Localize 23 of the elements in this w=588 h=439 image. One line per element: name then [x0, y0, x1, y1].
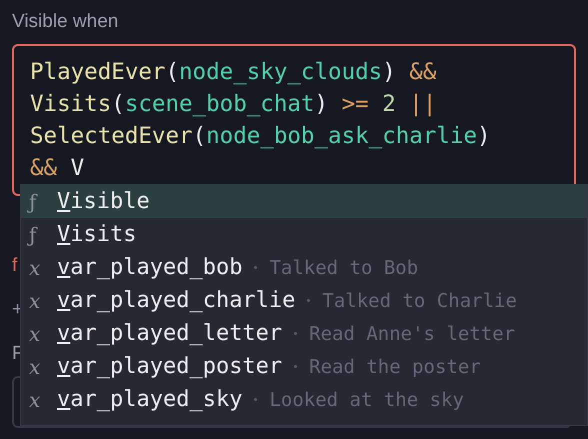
code-line: Visits(scene_bob_chat) >= 2 ||: [30, 90, 436, 119]
completion-description: Talked to Charlie: [322, 290, 517, 312]
completion-name: var_played_letter: [57, 321, 282, 346]
variable-icon: x: [29, 388, 57, 412]
function-icon: ƒ: [29, 222, 57, 246]
error-text: f: [12, 254, 18, 278]
variable-icon: x: [29, 354, 57, 378]
variable-icon: x: [29, 288, 57, 312]
completion-name: var_played_poster: [57, 354, 282, 379]
completion-description: Talked to Bob: [269, 256, 418, 278]
field-label: Visible when: [12, 10, 120, 34]
completion-name: Visits: [57, 222, 136, 247]
completion-name: var_played_bob: [57, 255, 242, 280]
code-line: SelectedEver(node_bob_ask_charlie): [30, 122, 491, 151]
variable-icon: x: [29, 256, 57, 280]
code-line: PlayedEver(node_sky_clouds) &&: [30, 58, 436, 87]
completion-name: var_played_sky: [57, 387, 242, 412]
completion-description: Read Anne's letter: [309, 322, 516, 344]
code-line: && V: [30, 154, 84, 183]
completion-description: Looked at the sky: [269, 388, 464, 410]
completion-description: Read the poster: [309, 356, 481, 378]
completion-name: var_played_charlie: [57, 288, 296, 313]
variable-icon: x: [29, 322, 57, 346]
